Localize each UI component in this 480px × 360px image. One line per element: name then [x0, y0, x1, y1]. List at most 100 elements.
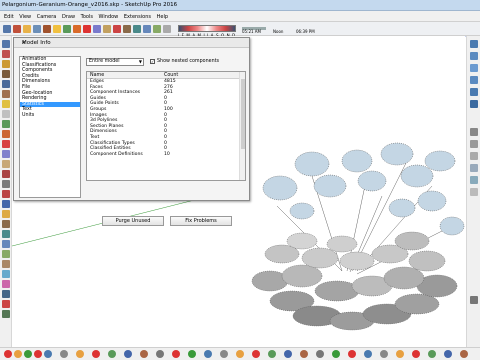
scope-select[interactable]: Entire model ▼ [86, 58, 144, 66]
top-view-icon[interactable] [470, 52, 478, 60]
text-icon[interactable] [2, 190, 10, 198]
eraser-icon[interactable] [2, 50, 10, 58]
zoom-icon[interactable] [2, 240, 10, 248]
scroll-handle-icon[interactable] [470, 296, 478, 304]
look-around-icon[interactable] [2, 280, 10, 288]
dynamic-icon[interactable] [316, 350, 324, 358]
solid-tools-icon[interactable] [332, 350, 340, 358]
shaded-icon[interactable] [470, 164, 478, 172]
menu-help[interactable]: Help [157, 14, 168, 20]
right-view-icon[interactable] [470, 76, 478, 84]
rotate-tool-icon[interactable] [73, 25, 81, 33]
layers-icon[interactable] [2, 310, 10, 318]
move-icon[interactable] [2, 120, 10, 128]
column-name-header[interactable]: Name [90, 73, 104, 78]
protractor-icon[interactable] [2, 180, 10, 188]
push-pull-icon[interactable] [53, 25, 61, 33]
menu-camera[interactable]: Camera [37, 14, 57, 20]
scale-tool-icon[interactable] [83, 25, 91, 33]
shadows-toggle-icon[interactable] [163, 25, 171, 33]
orbit-icon[interactable] [2, 220, 10, 228]
move-tool-icon[interactable] [63, 25, 71, 33]
select-tool-icon[interactable] [3, 25, 11, 33]
credit-icon[interactable] [34, 350, 42, 358]
fix-problems-button[interactable]: Fix Problems [170, 216, 232, 226]
style-icon[interactable] [60, 350, 68, 358]
scenes-icon[interactable] [220, 350, 228, 358]
sandbox-bottom-icon[interactable] [300, 350, 308, 358]
rectangle-tool-icon[interactable] [43, 25, 51, 33]
hidden-line-icon[interactable] [470, 152, 478, 160]
sandbox-icon[interactable] [2, 290, 10, 298]
warehouse-icon[interactable] [2, 300, 10, 308]
zoom-extents-icon[interactable] [153, 25, 161, 33]
status-icon[interactable] [4, 350, 12, 358]
eraser-tool-icon[interactable] [13, 25, 21, 33]
help-icon[interactable] [460, 350, 468, 358]
monochrome-icon[interactable] [470, 188, 478, 196]
menu-view[interactable]: View [19, 14, 31, 20]
layer-icon[interactable] [108, 350, 116, 358]
menu-extensions[interactable]: Extensions [124, 14, 151, 20]
match-photo-icon[interactable] [204, 350, 212, 358]
print-icon[interactable] [428, 350, 436, 358]
scroll-thumb[interactable] [241, 79, 245, 149]
position-camera-icon[interactable] [2, 260, 10, 268]
outliner-icon[interactable] [124, 350, 132, 358]
extension-icon[interactable] [236, 350, 244, 358]
pan-icon[interactable] [2, 230, 10, 238]
trimble-icon[interactable] [380, 350, 388, 358]
export-icon[interactable] [412, 350, 420, 358]
table-row[interactable]: Component Definitions 10 [87, 152, 245, 158]
rotate-icon[interactable] [2, 130, 10, 138]
iso-view-icon[interactable] [470, 40, 478, 48]
layout-icon[interactable] [396, 350, 404, 358]
warehouse-bottom-icon[interactable] [348, 350, 356, 358]
offset-icon[interactable] [2, 150, 10, 158]
zoom-tool-icon[interactable] [143, 25, 151, 33]
axes-icon[interactable] [2, 200, 10, 208]
geo-icon[interactable] [24, 350, 32, 358]
back-view-icon[interactable] [470, 88, 478, 96]
menu-edit[interactable]: Edit [4, 14, 14, 20]
left-view-icon[interactable] [470, 100, 478, 108]
shadow-timeline[interactable] [178, 25, 236, 32]
tape-icon[interactable] [2, 160, 10, 168]
pan-tool-icon[interactable] [133, 25, 141, 33]
plugin-icon[interactable] [284, 350, 292, 358]
entity-icon[interactable] [172, 350, 180, 358]
column-count-header[interactable]: Count [164, 73, 178, 78]
wireframe-icon[interactable] [470, 140, 478, 148]
show-nested-checkbox[interactable]: ✓ [150, 59, 155, 64]
zoom-window-icon[interactable] [2, 250, 10, 258]
textured-icon[interactable] [470, 176, 478, 184]
tool-icon[interactable] [268, 350, 276, 358]
shape-icon[interactable] [2, 90, 10, 98]
menu-window[interactable]: Window [99, 14, 119, 20]
section-plane-icon[interactable] [2, 210, 10, 218]
component-icon[interactable] [140, 350, 148, 358]
pushpull-icon[interactable] [2, 100, 10, 108]
walk-icon[interactable] [2, 270, 10, 278]
table-scrollbar[interactable] [239, 72, 245, 180]
settings-icon[interactable] [444, 350, 452, 358]
dimension-icon[interactable] [2, 170, 10, 178]
tape-measure-icon[interactable] [103, 25, 111, 33]
purge-unused-button[interactable]: Purge Unused [102, 216, 164, 226]
scale-icon[interactable] [2, 140, 10, 148]
line-tool-icon[interactable] [33, 25, 41, 33]
scene-icon[interactable] [44, 350, 52, 358]
front-view-icon[interactable] [470, 64, 478, 72]
follow-me-icon[interactable] [2, 110, 10, 118]
xray-icon[interactable] [470, 128, 478, 136]
offset-tool-icon[interactable] [93, 25, 101, 33]
fog-icon[interactable] [92, 350, 100, 358]
paint-bucket-icon[interactable] [23, 25, 31, 33]
share-icon[interactable] [364, 350, 372, 358]
orbit-tool-icon[interactable] [123, 25, 131, 33]
close-icon[interactable]: x [22, 40, 245, 46]
dialog-titlebar[interactable]: Model Info x [14, 38, 249, 48]
menu-tools[interactable]: Tools [81, 14, 93, 20]
pencil-icon[interactable] [2, 70, 10, 78]
shadow-icon[interactable] [76, 350, 84, 358]
